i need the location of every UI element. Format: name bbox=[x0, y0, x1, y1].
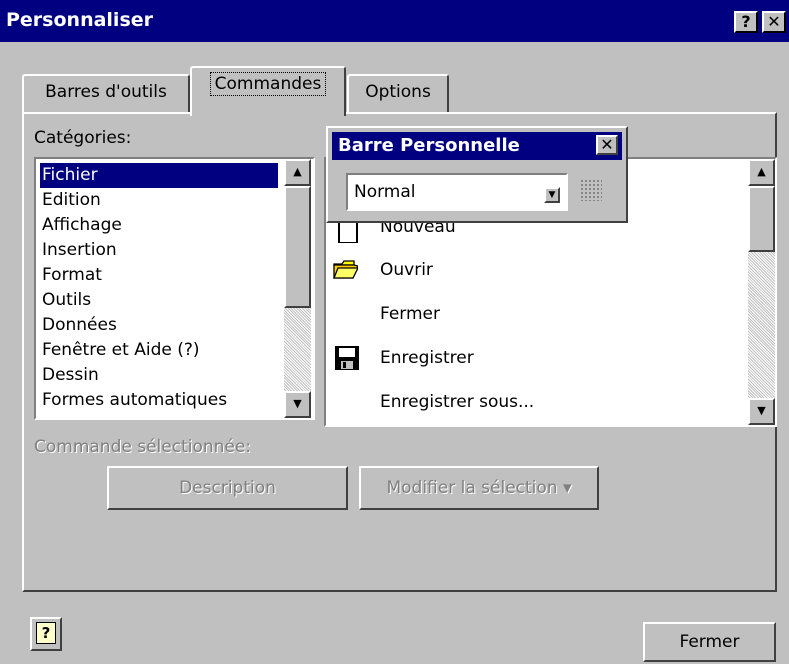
list-item[interactable]: Format bbox=[40, 263, 102, 288]
tab-label: Commandes bbox=[209, 72, 327, 96]
chevron-down-icon[interactable]: ▼ bbox=[544, 187, 560, 203]
close-icon[interactable]: ✕ bbox=[596, 135, 618, 155]
categories-list[interactable]: Fichier Edition Affichage Insertion Form… bbox=[34, 157, 315, 420]
list-item[interactable]: Edition bbox=[40, 188, 101, 213]
grip-handle-icon[interactable] bbox=[580, 179, 602, 201]
list-item[interactable]: Dessin bbox=[40, 363, 99, 388]
commands-scrollbar[interactable]: ▲ ▼ bbox=[748, 159, 775, 425]
command-item[interactable]: Fermer bbox=[380, 304, 440, 324]
tab-options[interactable]: Options bbox=[347, 74, 449, 114]
question-icon: ? bbox=[36, 622, 56, 644]
selected-command-label: Commande sélectionnée: bbox=[34, 437, 252, 457]
scroll-thumb[interactable] bbox=[284, 186, 311, 308]
save-disk-icon bbox=[335, 346, 359, 370]
list-item[interactable]: Fenêtre et Aide (?) bbox=[40, 338, 200, 363]
open-folder-icon bbox=[333, 260, 358, 279]
close-button[interactable]: Fermer bbox=[643, 622, 776, 662]
modify-selection-button[interactable]: Modifier la sélection ▾ bbox=[359, 466, 599, 510]
command-item[interactable]: Enregistrer bbox=[380, 348, 474, 368]
title-bar: Personnaliser ? ✕ bbox=[0, 0, 789, 42]
floating-toolbar-title: Barre Personnelle bbox=[338, 135, 520, 156]
categories-label: Catégories: bbox=[34, 128, 132, 148]
scroll-down-icon[interactable]: ▼ bbox=[284, 391, 311, 418]
description-button[interactable]: Description bbox=[107, 466, 348, 510]
combo-value: Normal bbox=[354, 182, 416, 202]
help-icon[interactable]: ? bbox=[30, 617, 62, 651]
list-item[interactable]: Insertion bbox=[40, 238, 117, 263]
list-item[interactable]: Outils bbox=[40, 288, 91, 313]
help-icon[interactable]: ? bbox=[734, 11, 758, 33]
tab-label: Options bbox=[365, 82, 431, 102]
command-item[interactable]: Ouvrir bbox=[380, 260, 433, 280]
floating-toolbar-titlebar[interactable]: Barre Personnelle ✕ bbox=[332, 132, 622, 160]
scroll-up-icon[interactable]: ▲ bbox=[284, 159, 311, 186]
categories-scrollbar[interactable]: ▲ ▼ bbox=[284, 159, 311, 418]
list-item[interactable]: Fichier bbox=[40, 163, 278, 188]
scroll-up-icon[interactable]: ▲ bbox=[748, 159, 775, 186]
list-item[interactable]: Affichage bbox=[40, 213, 122, 238]
scroll-down-icon[interactable]: ▼ bbox=[748, 398, 775, 425]
tab-label: Barres d'outils bbox=[45, 82, 167, 102]
floating-toolbar[interactable]: Barre Personnelle ✕ Normal ▼ bbox=[326, 126, 628, 223]
scroll-thumb[interactable] bbox=[748, 186, 775, 252]
list-item[interactable]: Données bbox=[40, 313, 117, 338]
list-item[interactable]: Formes automatiques bbox=[40, 388, 227, 413]
tab-commandes[interactable]: Commandes bbox=[190, 66, 346, 116]
command-item[interactable]: Enregistrer sous... bbox=[380, 392, 534, 412]
tab-barres-outils[interactable]: Barres d'outils bbox=[22, 74, 190, 114]
close-icon[interactable]: ✕ bbox=[762, 11, 786, 33]
style-combo[interactable]: Normal ▼ bbox=[346, 173, 568, 211]
window-title: Personnaliser bbox=[6, 9, 154, 31]
